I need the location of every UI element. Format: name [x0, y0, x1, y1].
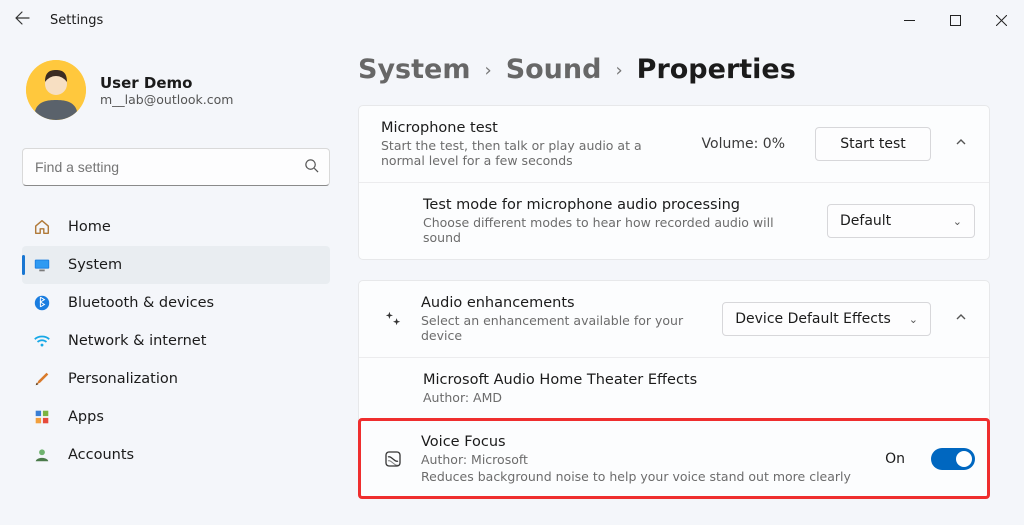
- avatar: [26, 60, 86, 120]
- apps-icon: [32, 407, 52, 427]
- user-name: User Demo: [100, 74, 233, 92]
- collapse-icon[interactable]: [947, 311, 975, 327]
- sidebar: User Demo m__lab@outlook.com Home System…: [22, 40, 330, 519]
- enhancements-title: Audio enhancements: [421, 295, 706, 311]
- sidebar-item-bluetooth[interactable]: Bluetooth & devices: [22, 284, 330, 322]
- nav: Home System Bluetooth & devices Network …: [22, 208, 330, 474]
- sparkle-icon: [381, 310, 405, 328]
- sidebar-item-accounts[interactable]: Accounts: [22, 436, 330, 474]
- row-mic-test: Microphone test Start the test, then tal…: [359, 106, 989, 182]
- row-ms-audio: Microsoft Audio Home Theater Effects Aut…: [359, 357, 989, 419]
- mic-test-title: Microphone test: [381, 120, 686, 136]
- row-test-mode: Test mode for microphone audio processin…: [359, 182, 989, 259]
- card-mic-test: Microphone test Start the test, then tal…: [358, 105, 990, 260]
- titlebar: Settings: [0, 0, 1024, 40]
- sidebar-item-network[interactable]: Network & internet: [22, 322, 330, 360]
- main: System › Sound › Properties Microphone t…: [330, 40, 1024, 519]
- crumb-properties: Properties: [637, 54, 796, 85]
- nav-label: Home: [68, 219, 111, 235]
- voice-focus-author: Author: Microsoft: [421, 452, 841, 467]
- user-card[interactable]: User Demo m__lab@outlook.com: [26, 60, 330, 120]
- nav-label: Accounts: [68, 447, 134, 463]
- test-mode-title: Test mode for microphone audio processin…: [423, 197, 811, 213]
- start-test-button[interactable]: Start test: [815, 127, 931, 161]
- collapse-icon[interactable]: [947, 136, 975, 152]
- test-mode-value: Default: [840, 213, 891, 229]
- bluetooth-icon: [32, 293, 52, 313]
- home-icon: [32, 217, 52, 237]
- nav-label: System: [68, 257, 122, 273]
- search-icon: [304, 158, 319, 177]
- enhancements-select[interactable]: Device Default Effects ⌄: [722, 302, 931, 336]
- voice-focus-icon: [381, 449, 405, 469]
- close-button[interactable]: [978, 5, 1024, 35]
- card-enhancements: Audio enhancements Select an enhancement…: [358, 280, 990, 499]
- sidebar-item-apps[interactable]: Apps: [22, 398, 330, 436]
- crumb-system[interactable]: System: [358, 54, 470, 85]
- app-title: Settings: [50, 13, 103, 28]
- test-mode-sub: Choose different modes to hear how recor…: [423, 215, 811, 245]
- system-icon: [32, 255, 52, 275]
- sidebar-item-home[interactable]: Home: [22, 208, 330, 246]
- chevron-right-icon: ›: [615, 60, 622, 81]
- search-input[interactable]: [33, 158, 304, 176]
- volume-label: Volume: 0%: [702, 136, 785, 152]
- chevron-down-icon: ⌄: [909, 313, 918, 326]
- ms-audio-sub: Author: AMD: [423, 390, 843, 405]
- row-voice-focus: Voice Focus Author: Microsoft Reduces ba…: [359, 419, 989, 498]
- crumb-sound[interactable]: Sound: [506, 54, 602, 85]
- ms-audio-title: Microsoft Audio Home Theater Effects: [423, 372, 975, 388]
- window-controls: [886, 5, 1024, 35]
- chevron-down-icon: ⌄: [953, 215, 962, 228]
- nav-label: Personalization: [68, 371, 178, 387]
- voice-focus-title: Voice Focus: [421, 434, 869, 450]
- voice-focus-toggle[interactable]: [931, 448, 975, 470]
- nav-label: Bluetooth & devices: [68, 295, 214, 311]
- back-button[interactable]: [8, 10, 36, 30]
- enhancements-value: Device Default Effects: [735, 311, 891, 327]
- brush-icon: [32, 369, 52, 389]
- minimize-button[interactable]: [886, 5, 932, 35]
- mic-test-sub: Start the test, then talk or play audio …: [381, 138, 686, 168]
- row-enhancements: Audio enhancements Select an enhancement…: [359, 281, 989, 357]
- test-mode-select[interactable]: Default ⌄: [827, 204, 975, 238]
- accounts-icon: [32, 445, 52, 465]
- wifi-icon: [32, 331, 52, 351]
- nav-label: Network & internet: [68, 333, 206, 349]
- breadcrumb: System › Sound › Properties: [358, 54, 990, 85]
- search-box[interactable]: [22, 148, 330, 186]
- enhancements-sub: Select an enhancement available for your…: [421, 313, 706, 343]
- sidebar-item-system[interactable]: System: [22, 246, 330, 284]
- voice-focus-desc: Reduces background noise to help your vo…: [421, 469, 869, 484]
- maximize-button[interactable]: [932, 5, 978, 35]
- nav-label: Apps: [68, 409, 104, 425]
- sidebar-item-personalization[interactable]: Personalization: [22, 360, 330, 398]
- chevron-right-icon: ›: [484, 60, 491, 81]
- user-email: m__lab@outlook.com: [100, 92, 233, 107]
- voice-focus-state: On: [885, 451, 905, 467]
